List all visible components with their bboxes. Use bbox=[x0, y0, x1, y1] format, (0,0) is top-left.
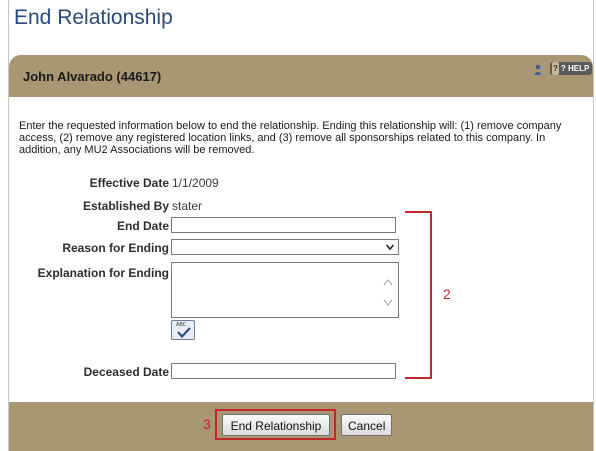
people-icon[interactable] bbox=[533, 63, 547, 76]
end-relationship-button[interactable]: End Relationship bbox=[222, 414, 330, 436]
annotation-callout-2: 2 bbox=[443, 286, 451, 302]
effective-date-label: Effective Date bbox=[89, 176, 169, 190]
reason-label: Reason for Ending bbox=[62, 241, 169, 255]
scroll-down-icon[interactable] bbox=[383, 299, 393, 307]
established-by-value: stater bbox=[172, 199, 203, 213]
help-q2: ? bbox=[560, 64, 566, 73]
page-title: End Relationship bbox=[14, 6, 173, 29]
established-by-label: Established By bbox=[82, 199, 169, 213]
deceased-date-label: Deceased Date bbox=[83, 365, 169, 379]
help-label: HELP bbox=[568, 64, 590, 73]
record-header: John Alvarado (44617) ?? HELP bbox=[9, 55, 593, 97]
spellcheck-button[interactable]: ABC bbox=[171, 320, 195, 340]
help-q-icon: ? bbox=[552, 62, 559, 75]
help-button[interactable]: ?? HELP bbox=[550, 62, 592, 75]
deceased-date-field[interactable] bbox=[171, 363, 396, 379]
annotation-bracket bbox=[405, 211, 432, 379]
chevron-down-icon bbox=[385, 244, 395, 251]
end-date-field[interactable] bbox=[171, 217, 396, 233]
scroll-up-icon[interactable] bbox=[383, 278, 393, 286]
instructions-text: Enter the requested information below to… bbox=[19, 120, 562, 156]
record-name: John Alvarado (44617) bbox=[23, 69, 162, 84]
explanation-label: Explanation for Ending bbox=[37, 266, 169, 280]
cancel-button[interactable]: Cancel bbox=[341, 414, 392, 436]
explanation-textarea[interactable] bbox=[171, 262, 399, 318]
effective-date-value: 1/1/2009 bbox=[172, 176, 219, 190]
reason-select[interactable] bbox=[171, 239, 399, 255]
annotation-callout-3: 3 bbox=[203, 416, 211, 432]
checkmark-icon bbox=[177, 327, 191, 338]
end-date-label: End Date bbox=[116, 219, 169, 233]
